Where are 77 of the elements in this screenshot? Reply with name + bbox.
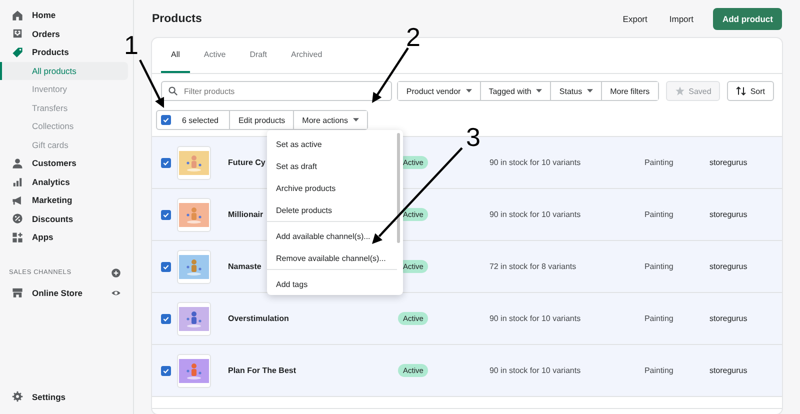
type-cell-text: Painting <box>644 366 674 375</box>
check-icon <box>162 262 170 270</box>
type-cell-text: Painting <box>644 210 674 219</box>
nav-item[interactable]: Apps <box>0 228 133 246</box>
row-checkbox[interactable] <box>161 210 171 220</box>
menu-item[interactable]: Delete products <box>267 199 397 221</box>
caret-icon <box>536 89 542 93</box>
nav-item[interactable]: Customers <box>0 154 133 172</box>
product-name[interactable]: Overstimulation <box>228 314 398 323</box>
menu-item[interactable]: Set as active <box>267 133 397 155</box>
store-icon <box>12 287 23 298</box>
star-icon <box>674 86 685 96</box>
megaphone-icon <box>12 194 23 206</box>
row-checkbox[interactable] <box>161 262 171 272</box>
search-icon <box>168 86 178 96</box>
header-action[interactable]: Export <box>614 10 656 28</box>
more-filters-button[interactable]: More filters <box>601 82 658 100</box>
row-checkbox[interactable] <box>161 158 171 168</box>
search-field[interactable]: Filter products <box>161 81 392 101</box>
person-icon <box>12 158 23 169</box>
annotation-number: 3 <box>466 124 480 150</box>
annotation-number: 1 <box>124 32 138 58</box>
bar-chart-icon <box>12 176 23 188</box>
tag-icon <box>12 46 23 58</box>
row-checkbox[interactable] <box>161 366 171 376</box>
inbox-icon <box>12 28 23 40</box>
annotation-number: 2 <box>406 24 420 50</box>
caret-icon <box>587 89 594 93</box>
nav-item[interactable]: Discounts <box>0 210 133 228</box>
inventory-cell-text: 90 in stock for 10 variants <box>489 366 582 375</box>
nav-item[interactable]: Marketing <box>0 191 133 210</box>
vendor-cell: storegurus <box>709 210 748 219</box>
inventory-cell-text: 90 in stock for 10 variants <box>489 210 582 219</box>
badge-icon <box>12 213 23 224</box>
nav-subitem[interactable]: All products <box>0 62 128 80</box>
grid-icon <box>12 232 23 243</box>
scrollbar[interactable] <box>397 133 400 243</box>
add-icon[interactable] <box>111 268 121 278</box>
inventory-cell-text: 90 in stock for 10 variants <box>489 314 582 323</box>
tab[interactable]: Archived <box>281 38 332 73</box>
tab[interactable]: All <box>161 38 190 73</box>
header-action[interactable]: Import <box>661 10 702 28</box>
nav-item[interactable]: Settings <box>0 388 133 406</box>
add-product-button[interactable]: Add product <box>713 8 782 30</box>
check-icon <box>162 210 170 218</box>
sort-icon <box>736 86 746 96</box>
nav-item[interactable]: Online Store <box>0 284 133 302</box>
tab[interactable]: Draft <box>240 38 278 73</box>
inventory-cell-text: 72 in stock for 8 variants <box>489 262 578 271</box>
row-checkbox[interactable] <box>161 314 171 324</box>
menu-item[interactable]: Set as draft <box>267 155 397 177</box>
tab[interactable]: Active <box>194 38 236 73</box>
gear-icon <box>12 391 23 402</box>
vendor-cell: storegurus <box>709 366 748 375</box>
product-name[interactable]: Plan For The Best <box>228 366 398 375</box>
vendor-cell: storegurus <box>709 314 748 323</box>
menu-item[interactable]: Archive products <box>267 177 397 199</box>
home-icon <box>12 10 23 21</box>
annotation-arrow <box>372 47 409 103</box>
type-cell-text: Painting <box>644 158 674 167</box>
type-cell-text: Painting <box>644 314 674 323</box>
caret-icon <box>466 89 472 93</box>
menu-item[interactable]: Remove available channel(s)... <box>267 247 397 269</box>
menu-item[interactable]: Add tags <box>267 273 397 295</box>
vendor-cell: storegurus <box>709 158 748 167</box>
check-icon <box>162 366 170 374</box>
annotation-arrow <box>139 60 164 108</box>
nav-item[interactable]: Home <box>0 6 133 24</box>
check-icon <box>162 314 170 322</box>
sort-button[interactable]: Sort <box>727 81 774 101</box>
check-icon <box>162 158 170 166</box>
vendor-cell: storegurus <box>709 262 748 271</box>
inventory-cell-text: 90 in stock for 10 variants <box>489 158 582 167</box>
type-cell-text: Painting <box>644 262 674 271</box>
nav-item[interactable]: Analytics <box>0 172 133 191</box>
menu-item[interactable]: Add available channel(s)... <box>267 225 397 247</box>
page-title: Products <box>152 13 202 25</box>
